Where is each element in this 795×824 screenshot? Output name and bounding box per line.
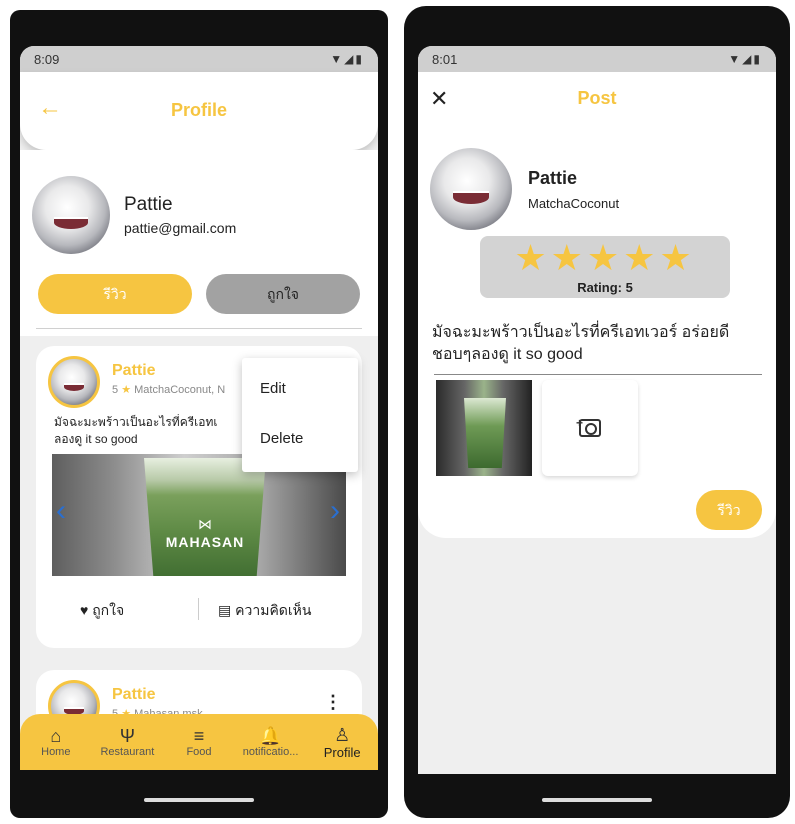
phone-profile: 8:09 ▼◢▮ ← Profile Pattie pattie@gmail.c… xyxy=(10,10,388,818)
status-icons: ▼◢▮ xyxy=(728,52,762,66)
profile-email: pattie@gmail.com xyxy=(124,220,237,236)
post-image-carousel[interactable]: ⋈ MAHASAN ‹ › xyxy=(52,454,346,576)
nav-home[interactable]: ⌂ Home xyxy=(21,726,91,758)
menu-item-edit[interactable]: Edit xyxy=(242,364,358,414)
status-time: 8:09 xyxy=(34,51,60,67)
home-indicator[interactable] xyxy=(542,798,652,802)
add-photo-button[interactable] xyxy=(542,380,638,476)
nav-label: Profile xyxy=(323,744,361,760)
status-time: 8:01 xyxy=(432,51,458,67)
post-author-name: Pattie xyxy=(112,362,156,379)
divider xyxy=(198,598,199,620)
nav-food[interactable]: ≡ Food xyxy=(164,726,234,758)
home-icon: ⌂ xyxy=(50,726,62,746)
heart-icon: ♥ xyxy=(80,602,89,618)
status-bar: 8:09 ▼◢▮ xyxy=(20,46,378,72)
tab-review[interactable]: รีวิว xyxy=(38,274,192,314)
more-options-icon[interactable]: ⋮ xyxy=(324,692,342,713)
avatar xyxy=(430,148,512,230)
plus-icon: + xyxy=(576,416,584,430)
chevron-right-icon[interactable]: › xyxy=(330,494,340,528)
food-icon: ≡ xyxy=(193,726,205,746)
comment-icon: ▤ xyxy=(218,602,232,618)
nav-profile[interactable]: ♙ Profile xyxy=(307,725,377,760)
input-underline xyxy=(434,374,762,375)
profile-screen: 8:09 ▼◢▮ ← Profile Pattie pattie@gmail.c… xyxy=(20,46,378,770)
post-restaurant: MatchaCoconut, N xyxy=(134,384,226,396)
rating-box: ★★★★★ Rating: 5 xyxy=(480,236,730,298)
nav-notifications[interactable]: 🔔 notificatio... xyxy=(236,726,306,758)
status-icons: ▼◢▮ xyxy=(330,52,364,66)
post-meta: 5 ★ MatchaCoconut, N xyxy=(112,383,242,396)
comment-label: ความคิดเห็น xyxy=(235,602,312,618)
post-screen: 8:01 ▼◢▮ ✕ Post Pattie MatchaCoconut ★★★… xyxy=(418,46,776,774)
post-options-menu: Edit Delete xyxy=(242,358,358,472)
post-rating: 5 xyxy=(112,384,119,396)
submit-review-button[interactable]: รีวิว xyxy=(696,490,762,530)
divider xyxy=(36,328,362,329)
post-form: ✕ Post Pattie MatchaCoconut ★★★★★ Rating… xyxy=(418,72,776,538)
post-text-line1: มัจฉะมะพร้าวเป็นอะไรที่ครีเอทเ xyxy=(54,415,218,429)
restaurant-icon: Ψ xyxy=(119,726,135,746)
app-bar: ← Profile xyxy=(20,72,378,150)
star-icon: ★ xyxy=(121,384,132,396)
post-actions: ♥ ถูกใจ ▤ ความคิดเห็น xyxy=(36,594,362,624)
page-title: Post xyxy=(577,88,617,108)
home-indicator[interactable] xyxy=(144,798,254,802)
review-text-field[interactable]: มัจฉะมะพร้าวเป็นอะไรที่ครีเอทเวอร์ อร่อย… xyxy=(432,322,768,366)
post-author-name: Pattie xyxy=(112,686,156,703)
status-bar: 8:01 ▼◢▮ xyxy=(418,46,776,72)
like-label: ถูกใจ xyxy=(92,602,125,618)
post-avatar xyxy=(48,356,100,408)
profile-header: Pattie pattie@gmail.com รีวิว ถูกใจ xyxy=(20,150,378,336)
phone-post: 8:01 ▼◢▮ ✕ Post Pattie MatchaCoconut ★★★… xyxy=(404,6,790,818)
brand-text: MAHASAN xyxy=(165,534,245,550)
rating-label: Rating: 5 xyxy=(577,280,633,295)
drink-image xyxy=(464,398,506,468)
chevron-left-icon[interactable]: ‹ xyxy=(56,494,66,528)
person-icon: ♙ xyxy=(334,724,351,745)
nav-label: Home xyxy=(41,746,71,758)
post-text: มัจฉะมะพร้าวเป็นอะไรที่ครีเอทเ ลองดู it … xyxy=(54,414,244,448)
like-button[interactable]: ♥ ถูกใจ xyxy=(80,600,124,622)
menu-item-delete[interactable]: Delete xyxy=(242,414,358,464)
nav-restaurant[interactable]: Ψ Restaurant xyxy=(92,726,162,758)
page: 8:09 ▼◢▮ ← Profile Pattie pattie@gmail.c… xyxy=(0,0,795,824)
bell-icon: 🔔 xyxy=(259,726,282,746)
attached-photo-thumbnail[interactable] xyxy=(436,380,532,476)
avatar xyxy=(32,176,110,254)
comment-button[interactable]: ▤ ความคิดเห็น xyxy=(218,600,311,622)
star-rating-input[interactable]: ★★★★★ xyxy=(480,238,730,278)
author-username: MatchaCoconut xyxy=(528,196,620,211)
nav-label: Food xyxy=(186,746,212,758)
bottom-nav: ⌂ Home Ψ Restaurant ≡ Food 🔔 notificatio... … xyxy=(20,714,378,770)
nav-label: notificatio... xyxy=(242,746,299,758)
profile-name: Pattie xyxy=(124,194,173,215)
brand-mark: ⋈ xyxy=(198,516,212,532)
tab-like[interactable]: ถูกใจ xyxy=(206,274,360,314)
post-text-line2: ลองดู it so good xyxy=(54,432,138,446)
nav-label: Restaurant xyxy=(100,746,155,758)
author-name: Pattie xyxy=(528,168,578,188)
page-title: Profile xyxy=(170,100,227,120)
